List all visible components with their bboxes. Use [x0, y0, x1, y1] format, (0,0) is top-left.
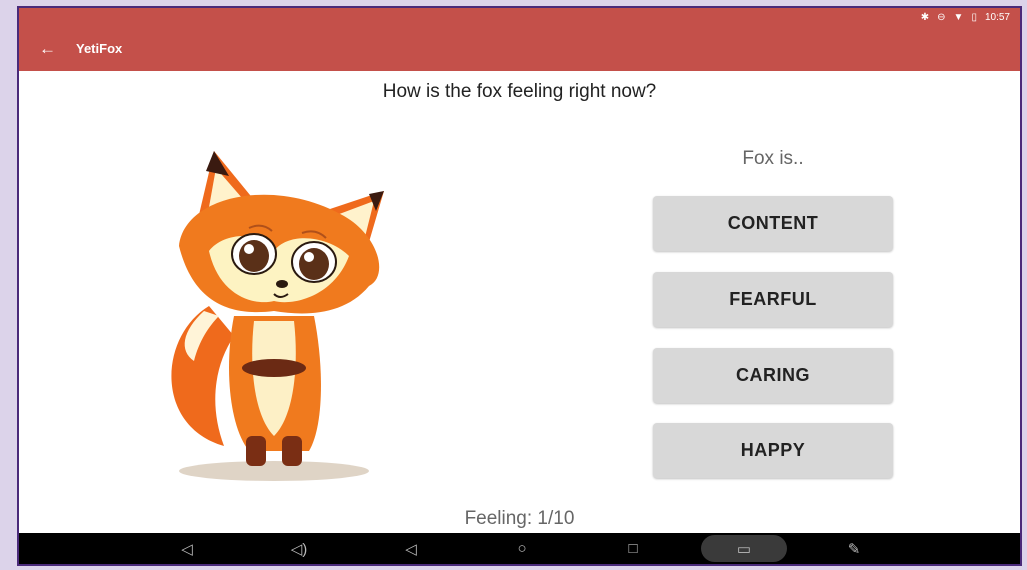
- wifi-icon: ▼: [953, 12, 964, 23]
- fox-shadow: [179, 461, 369, 481]
- status-bar: ✱ ⊖ ▼ ▯ 10:57: [921, 12, 1010, 23]
- option-button-happy[interactable]: HAPPY: [653, 423, 893, 478]
- status-time: 10:57: [984, 12, 1010, 23]
- app-title: YetiFox: [76, 41, 123, 56]
- prompt-text: Fox is..: [742, 148, 804, 169]
- question-text: How is the fox feeling right now?: [382, 81, 657, 102]
- bluetooth-icon: ✱: [920, 12, 930, 23]
- recents-square-icon[interactable]: □: [615, 533, 651, 564]
- pen-icon[interactable]: ✎: [836, 533, 872, 564]
- back-triangle-icon[interactable]: ◁: [393, 533, 429, 564]
- do-not-disturb-icon: ⊖: [937, 12, 946, 23]
- system-nav-bar: ◁ ◁) ◁ ○ □ ▭ ✎: [19, 533, 1020, 564]
- volume-up-icon[interactable]: ◁): [281, 533, 317, 564]
- progress-text: Feeling: 1/10: [464, 508, 575, 529]
- option-button-content[interactable]: CONTENT: [653, 196, 893, 251]
- option-button-caring[interactable]: CARING: [653, 348, 893, 403]
- app-bar: ✱ ⊖ ▼ ▯ 10:57 ← YetiFox: [19, 8, 1020, 71]
- fox-illustration: [171, 151, 384, 481]
- screenshot-icon[interactable]: ▭: [726, 533, 762, 564]
- option-button-fearful[interactable]: FEARFUL: [653, 272, 893, 327]
- app-window: ✱ ⊖ ▼ ▯ 10:57 ← YetiFox How is the fox f…: [17, 6, 1022, 566]
- volume-down-icon[interactable]: ◁: [169, 533, 205, 564]
- battery-icon: ▯: [971, 12, 977, 23]
- home-circle-icon[interactable]: ○: [504, 533, 540, 564]
- back-arrow-icon[interactable]: ←: [39, 40, 56, 57]
